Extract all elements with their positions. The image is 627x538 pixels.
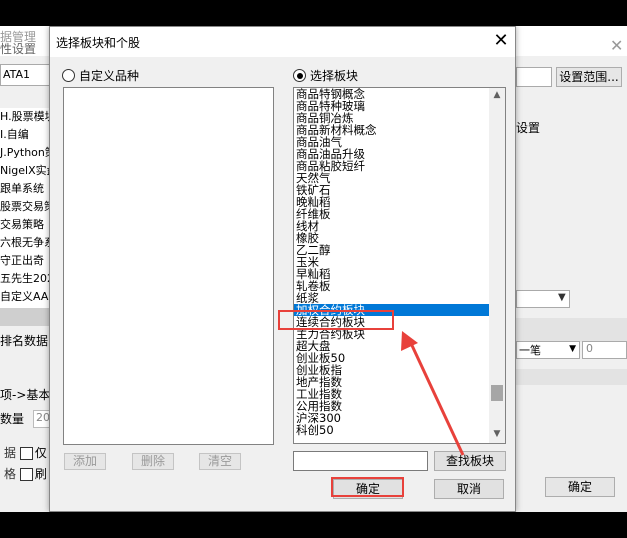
background-list-item[interactable]: H.股票模块 — [0, 108, 56, 126]
background-list-item[interactable]: J.Python策 — [0, 144, 56, 162]
block-item[interactable]: 轧卷板 — [294, 280, 489, 292]
background-list-item[interactable]: I.自编 — [0, 126, 56, 144]
background-subtitle: 性设置 — [0, 42, 37, 56]
background-rank-label: 排名数据( — [0, 334, 53, 348]
select-block-dialog: 选择板块和个股 ✕ 自定义品种 选择板块 添加 删除 清空 商品特钢概念 商品特种… — [49, 26, 516, 512]
block-item[interactable]: 线材 — [294, 220, 489, 232]
dialog-title: 选择板块和个股 — [56, 36, 141, 50]
background-list-item[interactable]: 六根无争系 — [0, 234, 56, 252]
background-ok-button[interactable]: 确定 — [545, 477, 615, 497]
checkbox-icon[interactable] — [19, 447, 33, 460]
background-panel-strip — [516, 318, 627, 342]
scroll-up-icon[interactable]: ▲ — [489, 90, 505, 100]
background-count-label: 数量 — [0, 412, 25, 426]
chevron-down-icon[interactable]: ▼ — [558, 292, 566, 303]
highlight-box-selected-item — [278, 310, 394, 330]
chevron-down-icon: ▼ — [569, 344, 576, 354]
checkbox-icon[interactable] — [19, 468, 33, 481]
background-list-item[interactable]: 交易策略 — [0, 216, 56, 234]
background-list-item[interactable]: 跟单系统 — [0, 180, 56, 198]
custom-variety-radio[interactable]: 自定义品种 — [62, 67, 139, 84]
block-item[interactable]: 乙二醇 — [294, 244, 489, 256]
radio-selected-icon[interactable] — [293, 69, 306, 82]
background-list[interactable]: H.股票模块 I.自编 J.Python策 NigelX实盘 跟单系统 股票交易策 交易策略… — [0, 108, 56, 308]
cancel-button[interactable]: 取消 — [434, 479, 504, 499]
background-close-icon[interactable]: ✕ — [610, 36, 623, 55]
stroke-combo[interactable]: 一笔 ▼ — [516, 341, 580, 359]
block-item[interactable]: 科创50 — [294, 424, 489, 436]
add-button[interactable]: 添加 — [64, 453, 106, 470]
scroll-thumb[interactable] — [491, 385, 503, 401]
custom-variety-list[interactable] — [63, 87, 274, 445]
background-list-item[interactable]: 股票交易策 — [0, 198, 56, 216]
background-name-field[interactable]: ATA1 — [0, 64, 50, 86]
block-list[interactable]: 商品特钢概念 商品特种玻璃 商品铜冶炼 商品新材料概念 商品油气 商品油品升级 商品粘胶短纤… — [293, 87, 506, 444]
background-list-item[interactable]: 自定义AA5 — [0, 288, 56, 306]
background-list-item[interactable]: 守正出奇 — [0, 252, 56, 270]
block-list-scrollbar[interactable]: ▲ ▼ — [489, 88, 505, 443]
background-scrollbar[interactable] — [0, 308, 56, 326]
delete-button[interactable]: 删除 — [132, 453, 174, 470]
block-item[interactable]: 纤维板 — [294, 208, 489, 220]
background-panel-strip-2 — [516, 369, 627, 385]
find-block-button[interactable]: 查找板块 — [434, 451, 506, 471]
highlight-box-ok-button — [331, 477, 404, 497]
scroll-down-icon[interactable]: ▼ — [489, 429, 505, 439]
background-range-input[interactable] — [516, 67, 552, 87]
background-list-item[interactable]: 五先生202 — [0, 270, 56, 288]
background-right-label: 设置 — [516, 121, 541, 135]
select-block-radio[interactable]: 选择板块 — [293, 67, 358, 84]
find-block-input[interactable] — [293, 451, 428, 471]
close-icon[interactable]: ✕ — [491, 30, 511, 52]
settings-range-button[interactable]: 设置范围... — [556, 67, 622, 87]
radio-icon[interactable] — [62, 69, 75, 82]
background-number-input[interactable]: 0 — [582, 341, 627, 359]
dialog-titlebar: 选择板块和个股 ✕ — [50, 27, 515, 57]
background-checkbox-2[interactable]: 格 刷 — [4, 465, 47, 482]
background-list-item[interactable]: NigelX实盘 — [0, 162, 56, 180]
clear-button[interactable]: 清空 — [199, 453, 241, 470]
background-checkbox-1[interactable]: 据 仅 — [4, 444, 47, 461]
block-list-items: 商品特钢概念 商品特种玻璃 商品铜冶炼 商品新材料概念 商品油气 商品油品升级 商品粘胶短纤… — [294, 88, 489, 443]
